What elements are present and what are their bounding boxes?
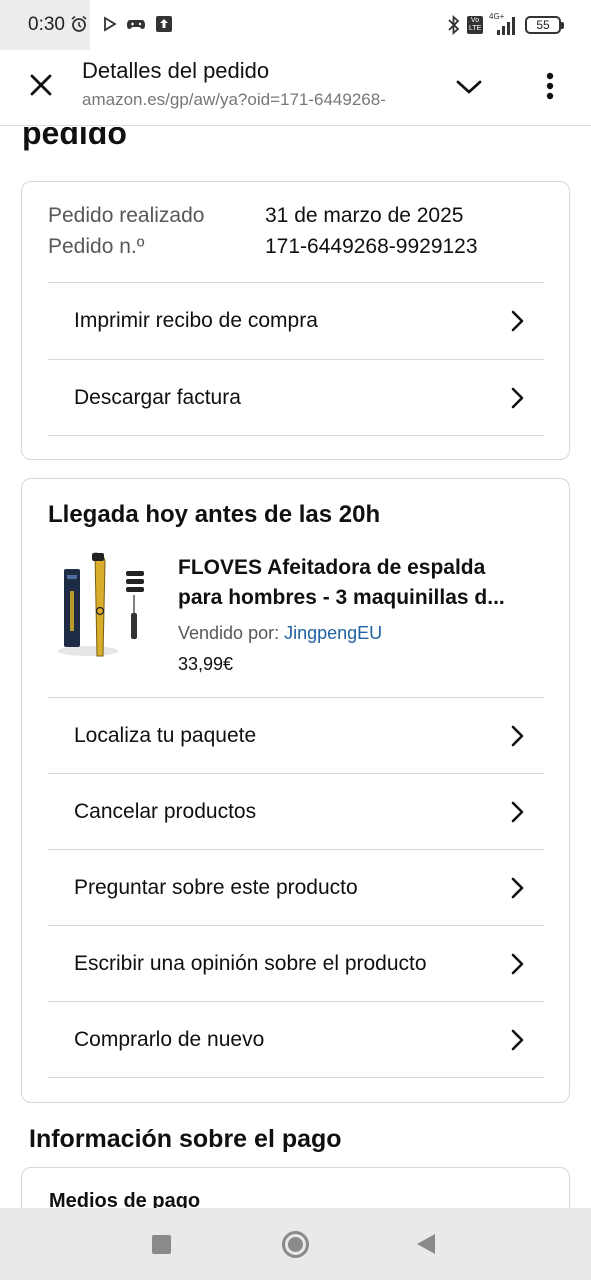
order-date-value: 31 de marzo de 2025 <box>265 204 464 227</box>
download-invoice-link[interactable]: Descargar factura <box>48 359 544 436</box>
chevron-right-icon <box>511 801 524 823</box>
play-store-icon <box>104 16 117 32</box>
ask-product-question-link[interactable]: Preguntar sobre este producto <box>48 849 544 926</box>
chevron-right-icon <box>511 387 524 409</box>
alarm-icon <box>71 15 87 32</box>
close-icon <box>30 74 52 96</box>
status-time: 0:30 <box>28 14 65 35</box>
seller-link[interactable]: JingpengEU <box>284 623 382 643</box>
chevron-right-icon <box>511 877 524 899</box>
status-right-group: Vo LTE 4G+ 55 <box>447 12 564 38</box>
volte-badge: Vo LTE <box>467 16 483 34</box>
product-title-line-1: FLOVES Afeitadora de espalda <box>178 556 486 579</box>
chevron-right-icon <box>511 310 524 332</box>
print-receipt-link[interactable]: Imprimir recibo de compra <box>48 282 544 359</box>
payment-methods-label: Medios de pago <box>49 1190 201 1208</box>
product-image[interactable] <box>48 551 158 661</box>
back-button[interactable] <box>417 1234 435 1254</box>
seller-info: Vendido por: JingpengEU <box>178 623 382 644</box>
battery-indicator: 55 <box>525 16 564 34</box>
order-date-label: Pedido realizado <box>48 204 205 227</box>
action-label: Escribir una opinión sobre el producto <box>74 952 427 975</box>
chevron-down-icon <box>456 80 482 94</box>
chevron-right-icon <box>511 953 524 975</box>
gamepad-icon <box>127 20 145 29</box>
chevron-right-icon <box>511 1029 524 1051</box>
write-review-link[interactable]: Escribir una opinión sobre el producto <box>48 925 544 1002</box>
order-number-value: 171-6449268-9929123 <box>265 235 478 258</box>
track-package-link[interactable]: Localiza tu paquete <box>48 697 544 774</box>
payment-section-heading: Información sobre el pago <box>29 1125 342 1153</box>
status-bar: 0:30 Vo LTE 4G+ 55 <box>0 0 591 50</box>
bluetooth-icon <box>448 15 460 35</box>
seller-label: Vendido por: <box>178 623 285 643</box>
action-label: Comprarlo de nuevo <box>74 1027 265 1051</box>
more-vertical-icon <box>546 72 554 100</box>
product-title-line-2: para hombres - 3 maquinillas d... <box>178 586 505 609</box>
order-summary-card: Pedido realizado 31 de marzo de 2025 Ped… <box>21 181 570 460</box>
page-content: pedido Pedido realizado 31 de marzo de 2… <box>0 127 591 1208</box>
payment-card: Medios de pago <box>21 1167 570 1208</box>
recents-button[interactable] <box>152 1235 171 1254</box>
signal-icon: 4G+ <box>489 12 519 36</box>
action-label: Cancelar productos <box>74 800 257 823</box>
order-number-label: Pedido n.º <box>48 235 145 258</box>
shipment-card: Llegada hoy antes de las 20h FLOVES Afei… <box>21 478 570 1103</box>
expand-header-button[interactable] <box>450 68 488 106</box>
overflow-menu-button[interactable] <box>534 66 566 106</box>
upload-icon <box>156 16 172 32</box>
system-nav-bar <box>0 1208 591 1280</box>
product-title[interactable]: FLOVES Afeitadora de espalda para hombre… <box>178 553 548 613</box>
browser-toolbar: Detalles del pedido amazon.es/gp/aw/ya?o… <box>0 50 591 126</box>
cancel-items-link[interactable]: Cancelar productos <box>48 773 544 850</box>
action-label: Imprimir recibo de compra <box>74 309 318 332</box>
home-button[interactable] <box>282 1231 309 1258</box>
buy-again-link[interactable]: Comprarlo de nuevo <box>48 1001 544 1078</box>
close-tab-button[interactable] <box>22 66 60 104</box>
url-fade <box>380 88 430 112</box>
page-title: pedido <box>22 127 127 151</box>
browser-url[interactable]: amazon.es/gp/aw/ya?oid=171-6449268- <box>82 90 427 110</box>
product-price: 33,99€ <box>178 654 234 674</box>
action-label: Preguntar sobre este producto <box>74 876 358 899</box>
browser-page-title: Detalles del pedido <box>82 58 270 83</box>
chevron-right-icon <box>511 725 524 747</box>
action-label: Descargar factura <box>74 385 241 409</box>
delivery-status: Llegada hoy antes de las 20h <box>48 501 381 528</box>
action-label: Localiza tu paquete <box>74 724 257 747</box>
